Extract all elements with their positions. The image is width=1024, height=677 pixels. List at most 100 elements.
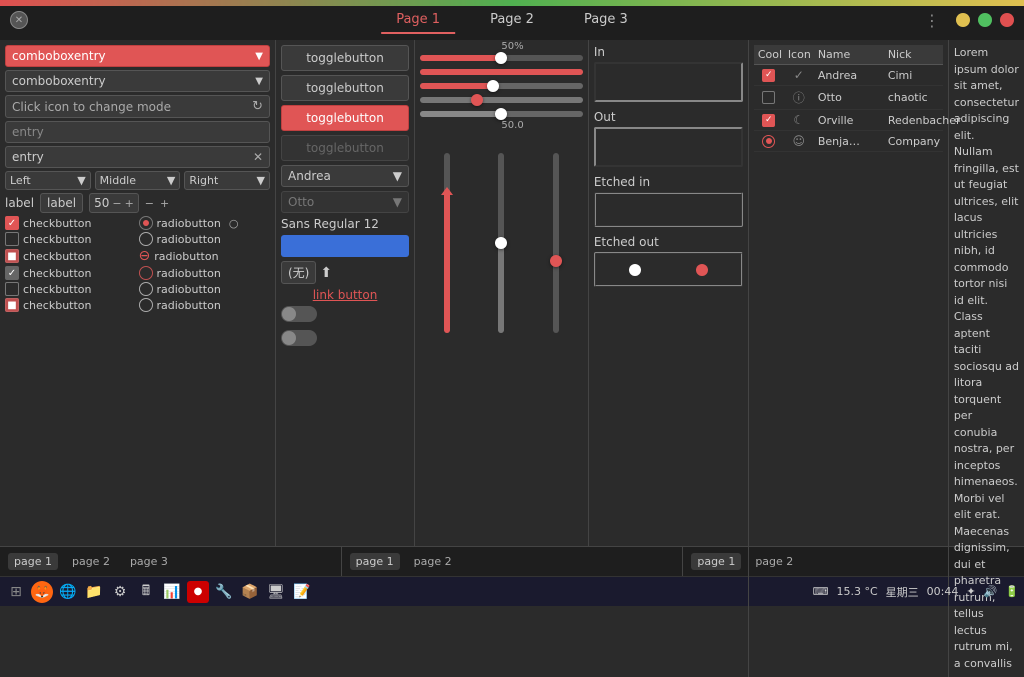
toggle-btn-4[interactable]: togglebutton — [281, 135, 409, 161]
app5-icon[interactable]: 📊 — [161, 581, 183, 603]
app6-icon[interactable]: ● — [187, 581, 209, 603]
bottom-tab-page1-2[interactable]: page 1 — [350, 553, 400, 570]
checkbox-2[interactable] — [5, 232, 19, 246]
app8-icon[interactable]: 📦 — [239, 581, 261, 603]
vslider-1[interactable] — [444, 153, 450, 333]
combo2[interactable]: comboboxentry ▼ — [5, 70, 270, 92]
vslider-3[interactable] — [553, 153, 559, 333]
radio-5[interactable] — [139, 282, 153, 296]
andrea-combo[interactable]: Andrea ▼ — [281, 165, 409, 187]
check-item-6[interactable]: ■ checkbutton — [5, 298, 137, 312]
check-item-4[interactable]: ✓ checkbutton — [5, 266, 137, 280]
calc-icon[interactable]: 🖩 — [135, 581, 157, 603]
dot-green — [978, 13, 992, 27]
spin-plus-button[interactable]: + — [125, 197, 134, 210]
bottom-tab-page1-3[interactable]: page 1 — [691, 553, 741, 570]
spin-box: 50 − + — [89, 193, 139, 213]
check-item-2[interactable]: checkbutton — [5, 232, 137, 246]
right-area: In Out Etched in Etched out — [589, 40, 1024, 546]
settings-icon[interactable]: ⚙ — [109, 581, 131, 603]
radio-2[interactable] — [139, 232, 153, 246]
toggle-switch-2[interactable] — [281, 330, 317, 346]
checkbox-3[interactable]: ■ — [5, 249, 19, 263]
spin-plus2-button[interactable]: + — [160, 197, 169, 210]
radio-item-1[interactable]: radiobutton ○ — [139, 216, 271, 230]
radio-4[interactable] — [139, 266, 153, 280]
refresh-icon[interactable]: ↻ — [252, 99, 263, 114]
toggle-btn-1[interactable]: togglebutton — [281, 45, 409, 71]
table-row: ⓘ Otto chaotic — [754, 86, 943, 110]
right-combo[interactable]: Right ▼ — [184, 171, 270, 190]
spin-minus-button[interactable]: − — [112, 197, 121, 210]
bottom-tab-page1-1[interactable]: page 1 — [8, 553, 58, 570]
radio-3[interactable]: ⊖ — [139, 248, 151, 264]
titlebar-tabs: Page 1 Page 2 Page 3 — [381, 7, 643, 34]
toggle-btn-3[interactable]: togglebutton — [281, 105, 409, 131]
app10-icon[interactable]: 📝 — [291, 581, 313, 603]
entry1[interactable]: entry — [5, 121, 270, 143]
middle-combo[interactable]: Middle ▼ — [95, 171, 181, 190]
check-item-5[interactable]: checkbutton — [5, 282, 137, 296]
app9-icon[interactable]: 🖥 — [265, 581, 287, 603]
bottom-bar: page 1 page 2 page 3 page 1 page 2 page … — [0, 546, 1024, 576]
slider-label-50val: 50.0 — [501, 120, 523, 131]
tab-page2[interactable]: Page 2 — [475, 7, 549, 34]
otto-combo[interactable]: Otto ▼ — [281, 191, 409, 213]
out-box — [594, 127, 743, 167]
radio-item-5[interactable]: radiobutton — [139, 282, 271, 296]
tab-page1[interactable]: Page 1 — [381, 7, 455, 34]
dot-red — [1000, 13, 1014, 27]
hslider-3[interactable] — [420, 83, 583, 89]
tab-page3[interactable]: Page 3 — [569, 7, 643, 34]
bottom-tab-page2-3[interactable]: page 2 — [749, 553, 799, 570]
menu-dots[interactable]: ⋮ — [924, 11, 940, 30]
row-check-2[interactable] — [762, 91, 775, 104]
row-check-4[interactable] — [762, 135, 775, 148]
entry2[interactable]: entry ✕ — [5, 146, 270, 168]
right-combo-arrow-icon: ▼ — [257, 174, 265, 187]
toggle-btn-2[interactable]: togglebutton — [281, 75, 409, 101]
combo1[interactable]: comboboxentry ▼ — [5, 45, 270, 67]
vslider-2[interactable] — [498, 153, 504, 333]
spin-minus2-button[interactable]: − — [145, 197, 154, 210]
checkbox-4[interactable]: ✓ — [5, 266, 19, 280]
check-item-1[interactable]: ✓ checkbutton — [5, 216, 137, 230]
close-button[interactable]: ✕ — [10, 11, 28, 29]
radio-item-3[interactable]: ⊖ radiobutton — [139, 248, 271, 264]
bottom-tab-page2-1[interactable]: page 2 — [66, 553, 116, 570]
label-box: label — [40, 193, 83, 213]
table-panel: Cool Icon Name Nick ✓ ✓ Andrea Cimi — [749, 40, 949, 677]
radio-1[interactable] — [139, 216, 153, 230]
radio-item-2[interactable]: radiobutton — [139, 232, 271, 246]
chrome-icon[interactable]: 🌐 — [57, 581, 79, 603]
font-row: Sans Regular 12 — [281, 217, 409, 231]
grid-icon[interactable]: ⊞ — [5, 581, 27, 603]
firefox-icon[interactable]: 🦊 — [31, 581, 53, 603]
hslider-2[interactable] — [420, 69, 583, 75]
left-combo[interactable]: Left ▼ — [5, 171, 91, 190]
upload-icon[interactable]: ⬆ — [320, 265, 332, 281]
red-dot — [696, 264, 708, 276]
row-check-1[interactable]: ✓ — [762, 69, 775, 82]
radio-item-4[interactable]: radiobutton — [139, 266, 271, 280]
toggle-switch-1[interactable] — [281, 306, 317, 322]
link-button[interactable]: link button — [281, 288, 409, 302]
radio-6[interactable] — [139, 298, 153, 312]
check-item-3[interactable]: ■ checkbutton — [5, 248, 137, 264]
clear-icon[interactable]: ✕ — [253, 150, 263, 164]
left-combo-arrow-icon: ▼ — [77, 174, 85, 187]
bottom-tab-page2-2[interactable]: page 2 — [408, 553, 458, 570]
color-swatch[interactable] — [281, 235, 409, 257]
radio-item-6[interactable]: radiobutton — [139, 298, 271, 312]
checkbox-1[interactable]: ✓ — [5, 216, 19, 230]
app7-icon[interactable]: 🔧 — [213, 581, 235, 603]
row-check-3[interactable]: ✓ — [762, 114, 775, 127]
files-icon[interactable]: 📁 — [83, 581, 105, 603]
face-icon: ☺ — [793, 134, 806, 148]
hslider-4[interactable] — [420, 97, 583, 103]
checkbox-5[interactable] — [5, 282, 19, 296]
hslider-5[interactable] — [420, 111, 583, 117]
checkbox-6[interactable]: ■ — [5, 298, 19, 312]
hslider-1[interactable] — [420, 55, 583, 61]
bottom-tab-page3-1[interactable]: page 3 — [124, 553, 174, 570]
